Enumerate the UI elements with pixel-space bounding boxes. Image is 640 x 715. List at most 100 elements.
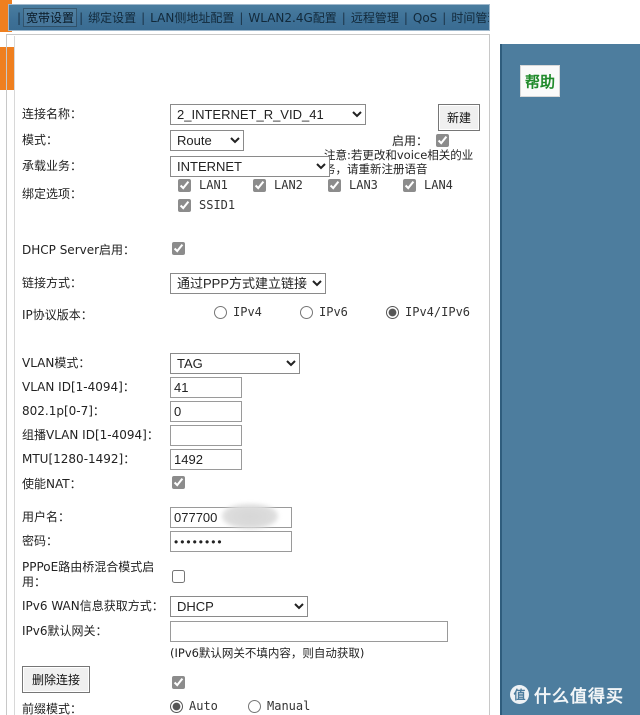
bearer-label: 承载业务： (22, 159, 83, 173)
row-username: 用户名： (22, 504, 482, 529)
nav-separator: | (239, 10, 244, 25)
multicast-vlan-id-label: 组播VLAN ID[1-4094]： (22, 428, 159, 442)
username-label: 用户名： (22, 510, 71, 524)
mtu-input[interactable] (170, 449, 242, 470)
password-input[interactable] (170, 531, 292, 552)
pppoe-bridge-label: PPPoE路由桥混合模式启用： (22, 560, 155, 589)
nav-separator: | (17, 10, 22, 25)
ip-version-option-both: IPv4/IPv6 (386, 305, 470, 319)
dot1p-input[interactable] (170, 401, 242, 422)
username-input[interactable] (170, 507, 292, 528)
vlan-id-input[interactable] (170, 377, 242, 398)
watermark-text: 什么值得买 (534, 687, 624, 707)
nav-separator: | (79, 10, 84, 25)
binding-label: 绑定选项： (22, 187, 83, 201)
link-mode-label: 链接方式： (22, 276, 83, 290)
row-vlan-id: VLAN ID[1-4094]： (22, 377, 482, 399)
broadband-settings-form: 连接名称： 2_INTERNET_R_VID_41 模式： Route 承载业务… (22, 104, 482, 715)
ipv6-radio[interactable] (300, 305, 313, 319)
dhcp-server-checkbox[interactable] (172, 242, 185, 256)
watermark-logo-icon: 值 (510, 685, 529, 704)
frame-left-rail (6, 34, 7, 715)
ipv4-ipv6-label: IPv4/IPv6 (405, 305, 471, 319)
nav-item-2[interactable]: LAN侧地址配置 (147, 8, 237, 27)
row-multicast-vlan-id: 组播VLAN ID[1-4094]： (22, 425, 482, 447)
row-bearer: 承载业务： INTERNET (22, 156, 482, 178)
row-dot1p: 802.1p[0-7]： (22, 401, 482, 423)
row-pd-enable: PD使能： (22, 674, 482, 696)
nav-separator: | (442, 10, 447, 25)
row-password: 密码： (22, 531, 482, 553)
nav-item-3[interactable]: WLAN2.4G配置 (245, 8, 339, 27)
row-ipv6-gateway: IPv6默认网关： (22, 621, 482, 643)
dhcp-server-label: DHCP Server启用： (22, 243, 136, 257)
frame-left-rail-inner (14, 36, 15, 715)
vlan-mode-select[interactable]: TAG (170, 353, 300, 374)
nat-enable-label: 使能NAT： (22, 477, 82, 491)
mode-select[interactable]: Route (170, 130, 244, 151)
prefix-mode-radio-group: Auto Manual (170, 699, 482, 713)
row-ipv6-gateway-hint: (IPv6默认网关不填内容，则自动获取) (22, 644, 482, 666)
prefix-mode-option-manual: Manual (248, 699, 310, 713)
help-button[interactable]: 帮助 (520, 65, 560, 97)
mtu-label: MTU[1280-1492]： (22, 452, 136, 466)
ipv6-wan-mode-label: IPv6 WAN信息获取方式： (22, 599, 164, 613)
dot1p-label: 802.1p[0-7]： (22, 404, 105, 418)
mode-label: 模式： (22, 133, 59, 147)
password-label: 密码： (22, 534, 59, 548)
nav-item-0[interactable]: 宽带设置 (23, 8, 78, 27)
row-binding: 绑定选项： (22, 184, 482, 228)
row-pppoe-bridge: PPPoE路由桥混合模式启用： (22, 557, 482, 590)
ipv6-gateway-label: IPv6默认网关： (22, 624, 108, 638)
ip-version-radio-group: IPv4 IPv6 IPv4/IPv6 (214, 305, 482, 319)
row-mode: 模式： Route (22, 130, 482, 152)
prefix-auto-radio[interactable] (170, 699, 183, 713)
orange-accent-tab-side (0, 47, 14, 90)
multicast-vlan-id-input[interactable] (170, 425, 242, 446)
row-ip-version: IP协议版本： IPv4 IPv6 IPv4/IPv6 (22, 305, 482, 327)
watermark: 值 什么值得买 (510, 682, 624, 707)
nav-separator: | (403, 10, 408, 25)
ipv4-ipv6-radio[interactable] (386, 305, 399, 319)
row-link-mode: 链接方式： 通过PPP方式建立链接 (22, 273, 482, 295)
ipv6-gateway-hint: (IPv6默认网关不填内容，则自动获取) (170, 646, 365, 660)
top-navigation-bar: | 宽带设置 | 绑定设置 | LAN侧地址配置 | WLAN2.4G配置 | 远程管理 | QoS |… (8, 4, 490, 31)
frame-top-rail (6, 34, 490, 35)
help-sidebar-panel: 帮助 值 什么值得买 (500, 44, 640, 715)
row-mtu: MTU[1280-1492]： (22, 449, 482, 471)
nav-item-6[interactable]: 时间管理 (448, 8, 489, 27)
ipv4-label: IPv4 (233, 305, 262, 319)
nav-separator: | (341, 10, 346, 25)
nav-item-1[interactable]: 绑定设置 (85, 8, 139, 27)
prefix-mode-label: 前缀模式： (22, 702, 83, 715)
row-prefix-mode: 前缀模式： Auto Manual (22, 699, 482, 715)
nav-item-4[interactable]: 远程管理 (348, 8, 402, 27)
nat-enable-checkbox[interactable] (172, 476, 185, 490)
nav-separator: | (141, 10, 146, 25)
row-dhcp-server: DHCP Server启用： (22, 240, 482, 262)
pppoe-bridge-checkbox[interactable] (172, 570, 185, 584)
ip-version-option-ipv6: IPv6 (300, 305, 386, 319)
ipv6-gateway-input[interactable] (170, 621, 448, 642)
frame-right-rail (489, 34, 490, 715)
vlan-mode-label: VLAN模式： (22, 356, 91, 370)
nav-item-5[interactable]: QoS (410, 10, 440, 26)
prefix-manual-label: Manual (267, 699, 311, 713)
connection-name-label: 连接名称： (22, 107, 83, 121)
router-admin-page: | 宽带设置 | 绑定设置 | LAN侧地址配置 | WLAN2.4G配置 | 远程管理 | QoS |… (0, 0, 640, 715)
delete-connection-button[interactable]: 删除连接 (22, 666, 91, 693)
ipv4-radio[interactable] (214, 305, 227, 319)
bearer-select[interactable]: INTERNET (170, 156, 330, 177)
prefix-manual-radio[interactable] (248, 699, 261, 713)
ip-version-option-ipv4: IPv4 (214, 305, 300, 319)
link-mode-select[interactable]: 通过PPP方式建立链接 (170, 273, 326, 294)
vlan-id-label: VLAN ID[1-4094]： (22, 380, 135, 394)
row-vlan-mode: VLAN模式： TAG (22, 353, 482, 375)
ip-version-label: IP协议版本： (22, 308, 93, 322)
row-nat-enable: 使能NAT： (22, 474, 482, 496)
connection-name-select[interactable]: 2_INTERNET_R_VID_41 (170, 104, 366, 125)
pd-enable-checkbox[interactable] (172, 676, 185, 690)
prefix-auto-label: Auto (189, 699, 218, 713)
ipv6-wan-mode-select[interactable]: DHCP (170, 596, 308, 617)
